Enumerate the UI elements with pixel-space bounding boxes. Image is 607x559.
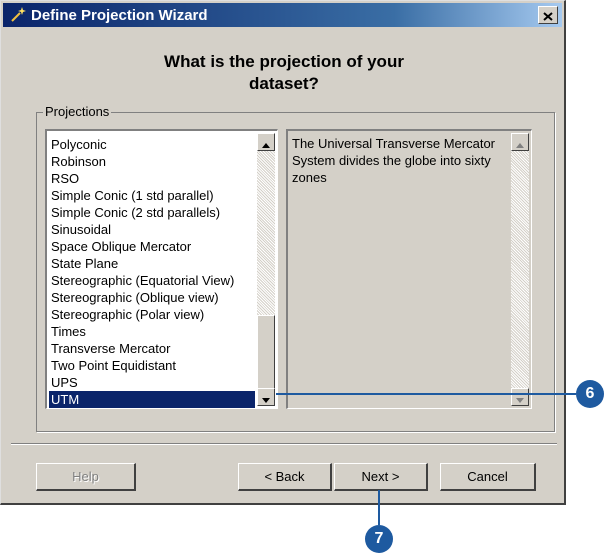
list-item[interactable]: State Plane bbox=[49, 255, 255, 272]
list-item[interactable]: Times bbox=[49, 323, 255, 340]
callout-6: 6 bbox=[576, 380, 604, 408]
list-item[interactable]: Simple Conic (1 std parallel) bbox=[49, 187, 255, 204]
list-item[interactable]: Stereographic (Polar view) bbox=[49, 306, 255, 323]
list-item[interactable]: Transverse Mercator bbox=[49, 340, 255, 357]
help-button[interactable]: Help bbox=[36, 463, 136, 491]
list-item[interactable]: Sinusoidal bbox=[49, 221, 255, 238]
wizard-window: Define Projection Wizard What is the pro… bbox=[0, 0, 566, 505]
projections-group-label: Projections bbox=[43, 104, 112, 119]
list-item[interactable]: Stereographic (Equatorial View) bbox=[49, 272, 255, 289]
list-item[interactable]: Robinson bbox=[49, 153, 255, 170]
list-item[interactable]: Space Oblique Mercator bbox=[49, 238, 255, 255]
projection-listbox[interactable]: Polyconic Robinson RSO Simple Conic (1 s… bbox=[45, 129, 278, 409]
scroll-thumb[interactable] bbox=[257, 315, 275, 389]
list-item[interactable]: UPS bbox=[49, 374, 255, 391]
close-icon bbox=[543, 6, 553, 25]
description-scrollbar[interactable] bbox=[511, 133, 529, 406]
projection-description: The Universal Transverse Mercator System… bbox=[292, 136, 496, 185]
arrow-down-icon bbox=[516, 388, 524, 407]
list-item-selected[interactable]: UTM bbox=[49, 391, 255, 408]
next-button[interactable]: Next > bbox=[334, 463, 428, 491]
scroll-down-button[interactable] bbox=[511, 388, 529, 406]
title-bar: Define Projection Wizard bbox=[3, 3, 562, 27]
callout-7-leader bbox=[378, 490, 380, 525]
wizard-question: What is the projection of your dataset? bbox=[164, 52, 404, 93]
list-item[interactable]: Simple Conic (2 std parallels) bbox=[49, 204, 255, 221]
arrow-up-icon bbox=[516, 133, 524, 152]
button-separator bbox=[11, 443, 557, 445]
projection-list: Polyconic Robinson RSO Simple Conic (1 s… bbox=[49, 136, 255, 408]
list-item[interactable]: Polyconic bbox=[49, 136, 255, 153]
callout-6-leader bbox=[276, 393, 576, 395]
list-item[interactable]: RSO bbox=[49, 170, 255, 187]
list-scrollbar[interactable] bbox=[257, 133, 275, 406]
window-title: Define Projection Wizard bbox=[31, 6, 208, 24]
scroll-down-button[interactable] bbox=[257, 388, 275, 406]
back-button[interactable]: < Back bbox=[238, 463, 332, 491]
close-button[interactable] bbox=[538, 6, 558, 24]
scroll-up-button[interactable] bbox=[511, 133, 529, 151]
projection-description-box: The Universal Transverse Mercator System… bbox=[286, 129, 532, 409]
scroll-up-button[interactable] bbox=[257, 133, 275, 151]
magic-wand-icon bbox=[7, 5, 29, 25]
arrow-up-icon bbox=[262, 133, 270, 152]
arrow-down-icon bbox=[262, 388, 270, 407]
cancel-button[interactable]: Cancel bbox=[440, 463, 536, 491]
callout-7: 7 bbox=[365, 525, 393, 553]
list-item[interactable]: Stereographic (Oblique view) bbox=[49, 289, 255, 306]
list-item[interactable]: Two Point Equidistant bbox=[49, 357, 255, 374]
